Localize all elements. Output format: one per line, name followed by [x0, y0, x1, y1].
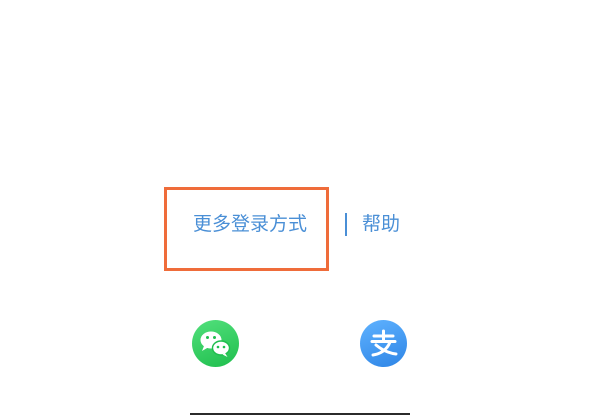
link-divider [345, 213, 347, 236]
alipay-icon [370, 329, 398, 357]
home-indicator-line [190, 413, 410, 415]
more-login-methods-link[interactable]: 更多登录方式 [193, 208, 307, 240]
wechat-login-button[interactable] [192, 320, 239, 367]
wechat-icon [200, 331, 231, 357]
login-options-row: 更多登录方式 帮助 [0, 208, 600, 240]
alipay-login-button[interactable] [360, 320, 407, 367]
help-link[interactable]: 帮助 [362, 208, 400, 240]
